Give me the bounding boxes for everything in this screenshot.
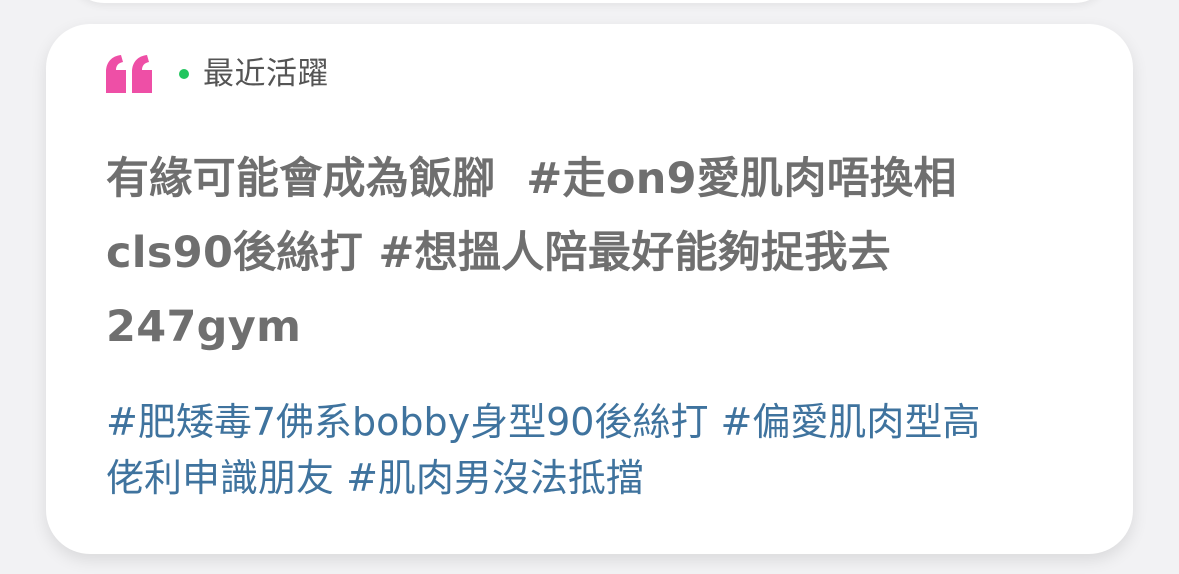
online-status-dot bbox=[179, 69, 189, 79]
post-text: 有緣可能會成為飯腳 #走on9愛肌肉唔換相 cls90後絲打 #想搵人陪最好能夠… bbox=[106, 142, 1106, 364]
status-label: 最近活躍 bbox=[203, 56, 329, 92]
card-header: 最近活躍 bbox=[106, 54, 329, 94]
post-card[interactable]: 最近活躍 有緣可能會成為飯腳 #走on9愛肌肉唔換相 cls90後絲打 #想搵人… bbox=[46, 24, 1133, 554]
post-text-line-3: 247gym bbox=[106, 302, 302, 352]
tags-line-2[interactable]: 佬利申識朋友 #肌肉男沒法抵擋 bbox=[106, 456, 644, 500]
post-text-line-1: 有緣可能會成為飯腳 #走on9愛肌肉唔換相 bbox=[106, 154, 957, 204]
post-text-line-2: cls90後絲打 #想搵人陪最好能夠捉我去 bbox=[106, 228, 891, 278]
previous-card[interactable] bbox=[68, 0, 1111, 3]
quote-icon bbox=[106, 55, 152, 93]
post-tags[interactable]: #肥矮毒7佛系bobby身型90後絲打 #偏愛肌肉型高 佬利申識朋友 #肌肉男沒… bbox=[106, 394, 1106, 506]
tags-line-1[interactable]: #肥矮毒7佛系bobby身型90後絲打 #偏愛肌肉型高 bbox=[106, 400, 980, 444]
